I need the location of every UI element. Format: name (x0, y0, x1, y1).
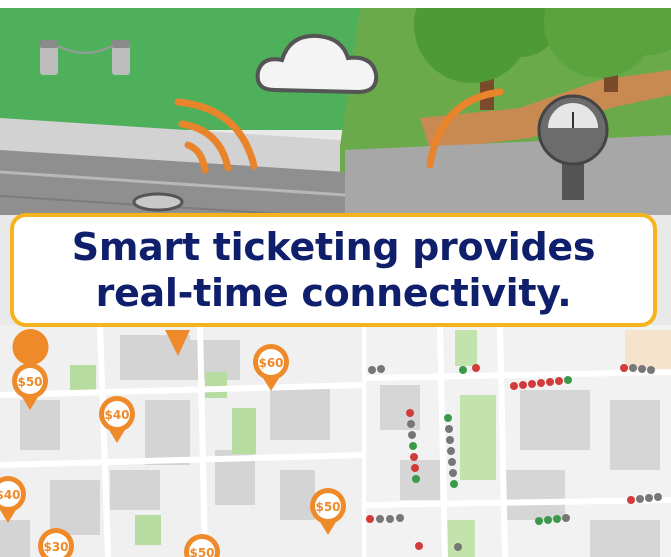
svg-text:$50: $50 (315, 500, 340, 514)
bollard-icon (112, 40, 130, 75)
caption-line-2: real-time connectivity. (95, 271, 572, 315)
caption-box: Smart ticketing provides real-time conne… (10, 213, 657, 327)
svg-text:$30: $30 (43, 540, 68, 554)
street-scene (0, 0, 671, 219)
panel-divider (362, 325, 366, 557)
svg-text:$40: $40 (104, 408, 129, 422)
bollard-icon (40, 40, 58, 75)
svg-text:$50: $50 (189, 546, 214, 557)
city-map-left: $50 $40 $60 $40 $30 $50 (0, 324, 363, 557)
caption-line-1: Smart ticketing provides (71, 225, 596, 269)
city-map-right (365, 324, 671, 557)
svg-text:$40: $40 (0, 488, 21, 502)
sensor-icon (132, 192, 184, 212)
svg-text:$50: $50 (17, 375, 42, 389)
svg-text:$60: $60 (258, 356, 283, 370)
